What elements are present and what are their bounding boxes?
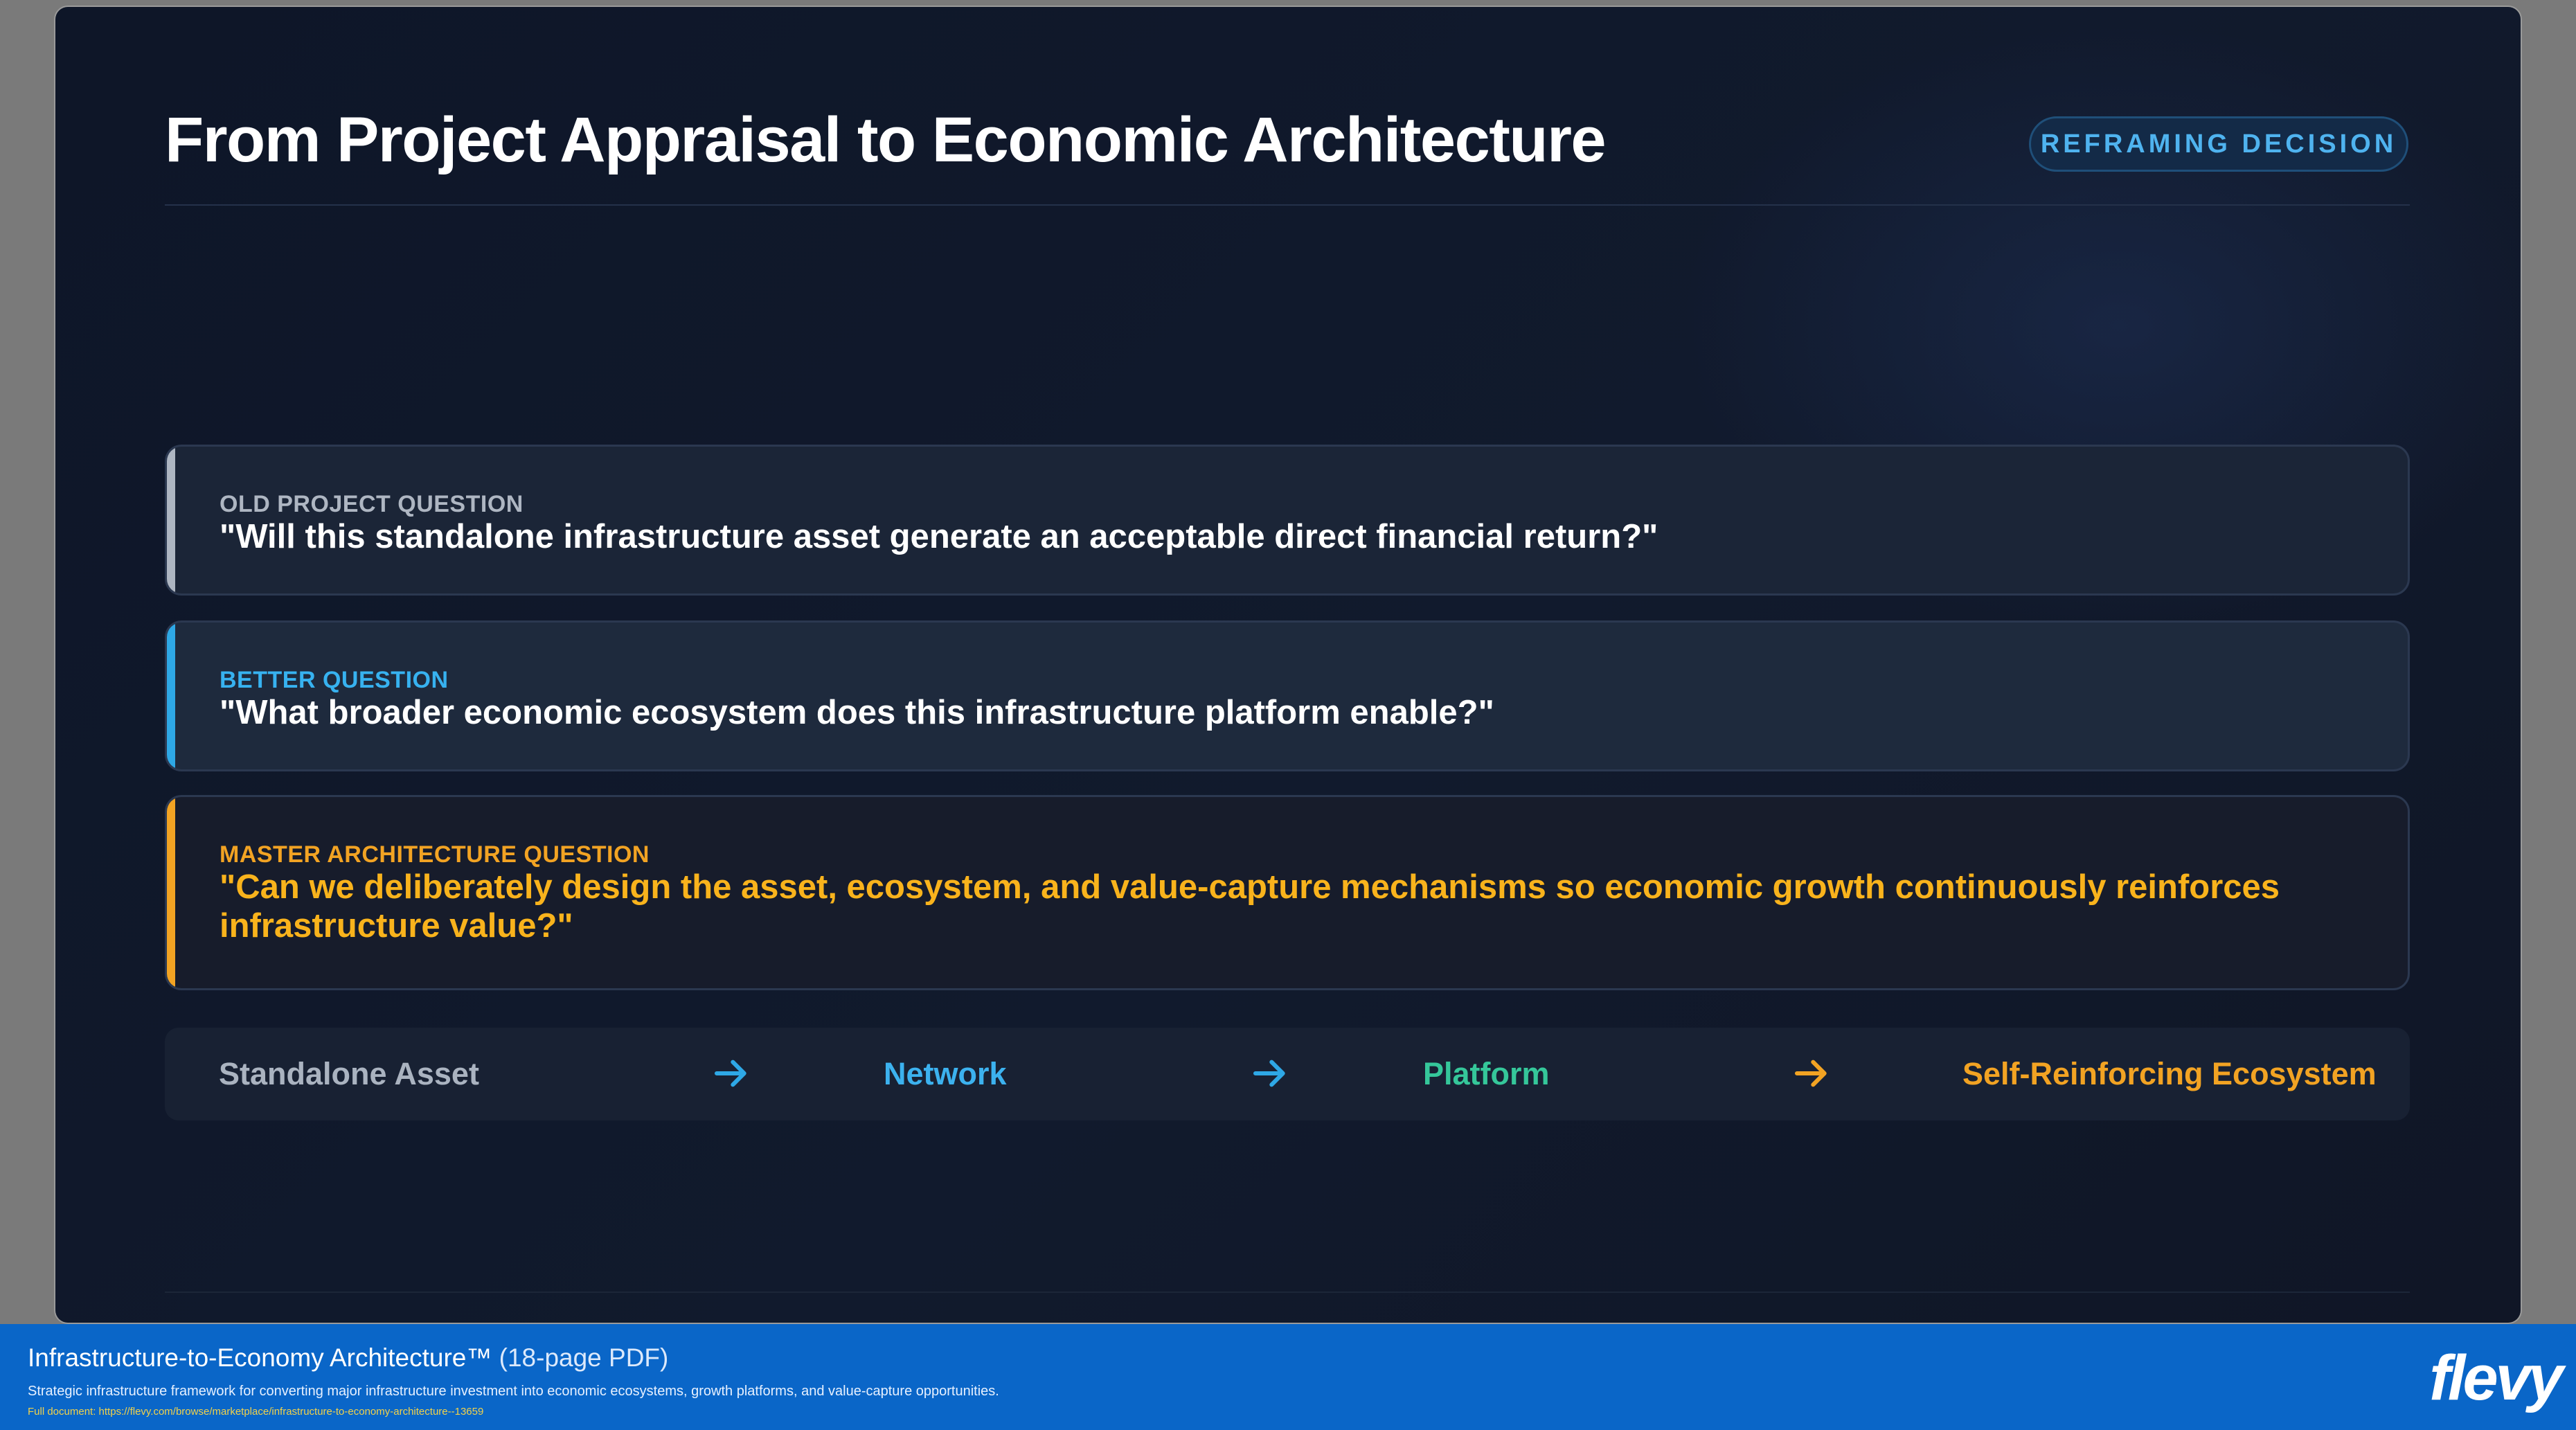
step-platform: Platform xyxy=(1423,1056,1550,1091)
better-question-card: BETTER QUESTION "What broader economic e… xyxy=(165,620,2410,771)
document-footer-banner[interactable]: Infrastructure-to-Economy Architecture™ … xyxy=(0,1324,2576,1430)
footer-description: Strategic infrastructure framework for c… xyxy=(28,1384,999,1399)
footer-page-count: (18-page PDF) xyxy=(499,1343,669,1372)
arrow-right-icon xyxy=(714,1060,746,1087)
better-question-label: BETTER QUESTION xyxy=(220,667,449,693)
progression-bar: Standalone Asset Network Platform Self-R… xyxy=(165,1028,2410,1120)
title-divider xyxy=(165,204,2410,206)
step-network: Network xyxy=(884,1056,1007,1091)
master-question-text: "Can we deliberately design the asset, e… xyxy=(220,868,2280,945)
master-question-label: MASTER ARCHITECTURE QUESTION xyxy=(220,841,650,868)
footer-document-link[interactable]: Full document: https://flevy.com/browse/… xyxy=(28,1406,483,1418)
old-question-card: OLD PROJECT QUESTION "Will this standalo… xyxy=(165,445,2410,596)
better-question-accent-bar xyxy=(167,623,175,769)
arrow-right-icon xyxy=(1253,1060,1285,1087)
flevy-logo[interactable]: flevy xyxy=(2429,1343,2564,1413)
bottom-divider xyxy=(165,1292,2410,1293)
master-question-card: MASTER ARCHITECTURE QUESTION "Can we del… xyxy=(165,795,2410,990)
step-standalone-asset: Standalone Asset xyxy=(219,1056,479,1091)
step-self-reinforcing-ecosystem: Self-Reinforcing Ecosystem xyxy=(1962,1056,2377,1091)
footer-document-name: Infrastructure-to-Economy Architecture™ xyxy=(28,1343,492,1372)
reframing-decision-badge: REFRAMING DECISION xyxy=(2029,116,2408,172)
page-title: From Project Appraisal to Economic Archi… xyxy=(165,105,1607,175)
master-question-accent-bar xyxy=(167,797,175,988)
footer-title: Infrastructure-to-Economy Architecture™ … xyxy=(28,1343,668,1373)
better-question-text: "What broader economic ecosystem does th… xyxy=(220,694,1494,731)
old-question-label: OLD PROJECT QUESTION xyxy=(220,491,524,517)
old-question-text: "Will this standalone infrastructure ass… xyxy=(220,518,1658,555)
arrow-right-icon xyxy=(1794,1060,1827,1087)
slide: From Project Appraisal to Economic Archi… xyxy=(55,7,2521,1323)
old-question-accent-bar xyxy=(167,447,175,593)
